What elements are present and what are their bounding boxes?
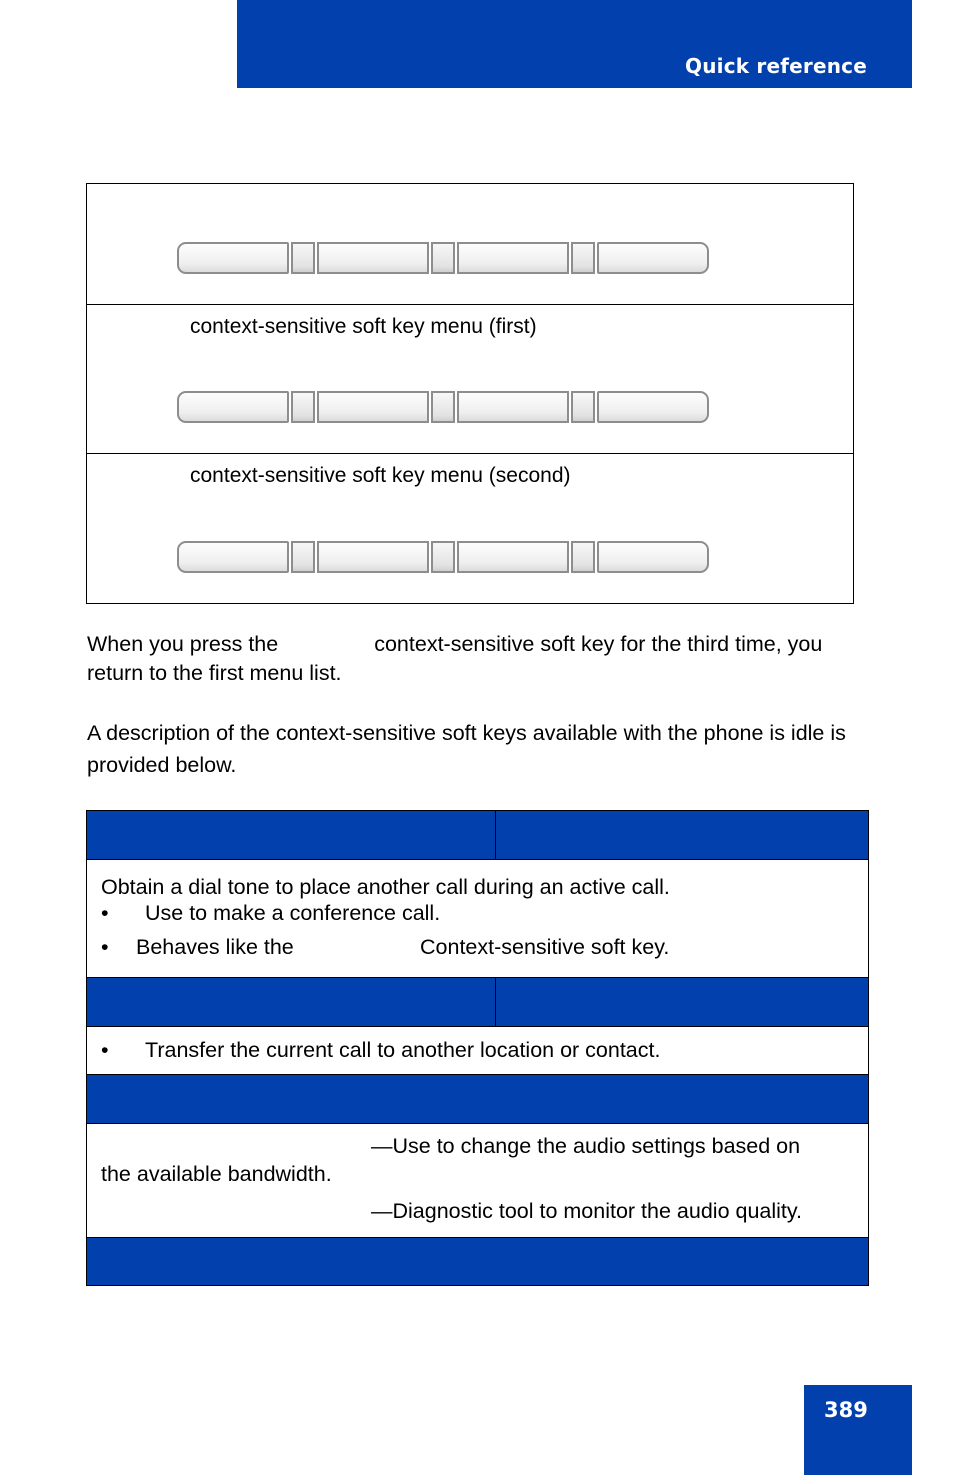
menu-row-default — [87, 184, 853, 304]
row-text: Obtain a dial tone to place another call… — [101, 875, 670, 899]
table-header-cell — [87, 978, 496, 1026]
softkey-bar-graphic — [177, 242, 717, 274]
softkey-2 — [317, 242, 429, 274]
row-text: the available bandwidth. — [101, 1162, 332, 1186]
paragraph-description-intro: A description of the context-sensitive s… — [87, 721, 846, 777]
paragraph-text: When you press the — [87, 632, 279, 656]
row-text: —Use to change the audio settings based … — [371, 1134, 801, 1158]
row-text: Transfer the current call to another loc… — [145, 1038, 661, 1062]
softkey-3 — [457, 242, 569, 274]
table-header-row — [87, 811, 868, 860]
table-row: • Transfer the current call to another l… — [87, 1027, 868, 1075]
softkey-3 — [457, 391, 569, 423]
softkey-separator — [291, 242, 315, 274]
menu-row-second: context-sensitive soft key menu (second) — [87, 453, 853, 603]
bullet: • — [101, 935, 109, 959]
table-row: Obtain a dial tone to place another call… — [87, 860, 868, 978]
softkey-description-table: Obtain a dial tone to place another call… — [86, 810, 869, 1286]
table-header-row — [87, 1075, 868, 1124]
softkey-separator — [431, 541, 455, 573]
softkey-separator — [431, 242, 455, 274]
page-number-box: 389 — [804, 1385, 912, 1475]
softkey-separator — [571, 242, 595, 274]
softkey-4 — [597, 541, 709, 573]
menu-caption: context-sensitive soft key menu (second) — [190, 464, 571, 487]
menu-row-first: context-sensitive soft key menu (first) — [87, 304, 853, 453]
table-row: —Use to change the audio settings based … — [87, 1124, 868, 1238]
softkey-separator — [291, 391, 315, 423]
paragraph-third-press: When you press the context-sensitive soft… — [87, 630, 877, 688]
row-text: Context-sensitive soft key. — [420, 935, 670, 959]
softkey-separator — [431, 391, 455, 423]
softkey-4 — [597, 391, 709, 423]
bullet: • — [101, 901, 109, 925]
softkey-2 — [317, 541, 429, 573]
row-text: Behaves like the — [136, 935, 294, 959]
softkey-separator — [291, 541, 315, 573]
softkey-bar-graphic — [177, 541, 717, 573]
row-text: Use to make a conference call. — [145, 901, 441, 925]
softkey-separator — [571, 391, 595, 423]
softkey-3 — [457, 541, 569, 573]
softkey-menu-table: context-sensitive soft key menu (first) … — [86, 183, 854, 604]
table-header-row — [87, 978, 868, 1027]
header-band: Quick reference — [237, 0, 912, 88]
softkey-2 — [317, 391, 429, 423]
table-header-row — [87, 1238, 868, 1285]
page-number: 389 — [824, 1398, 868, 1422]
table-header-cell — [87, 811, 496, 859]
row-text: —Diagnostic tool to monitor the audio qu… — [371, 1199, 803, 1223]
bullet: • — [101, 1038, 109, 1062]
table-header-cell — [496, 811, 868, 859]
softkey-separator — [571, 541, 595, 573]
menu-caption: context-sensitive soft key menu (first) — [190, 315, 537, 338]
table-header-cell — [496, 978, 868, 1026]
section-title: Quick reference — [685, 54, 867, 78]
softkey-4 — [597, 242, 709, 274]
softkey-1 — [177, 391, 289, 423]
softkey-1 — [177, 242, 289, 274]
softkey-1 — [177, 541, 289, 573]
softkey-bar-graphic — [177, 391, 717, 423]
